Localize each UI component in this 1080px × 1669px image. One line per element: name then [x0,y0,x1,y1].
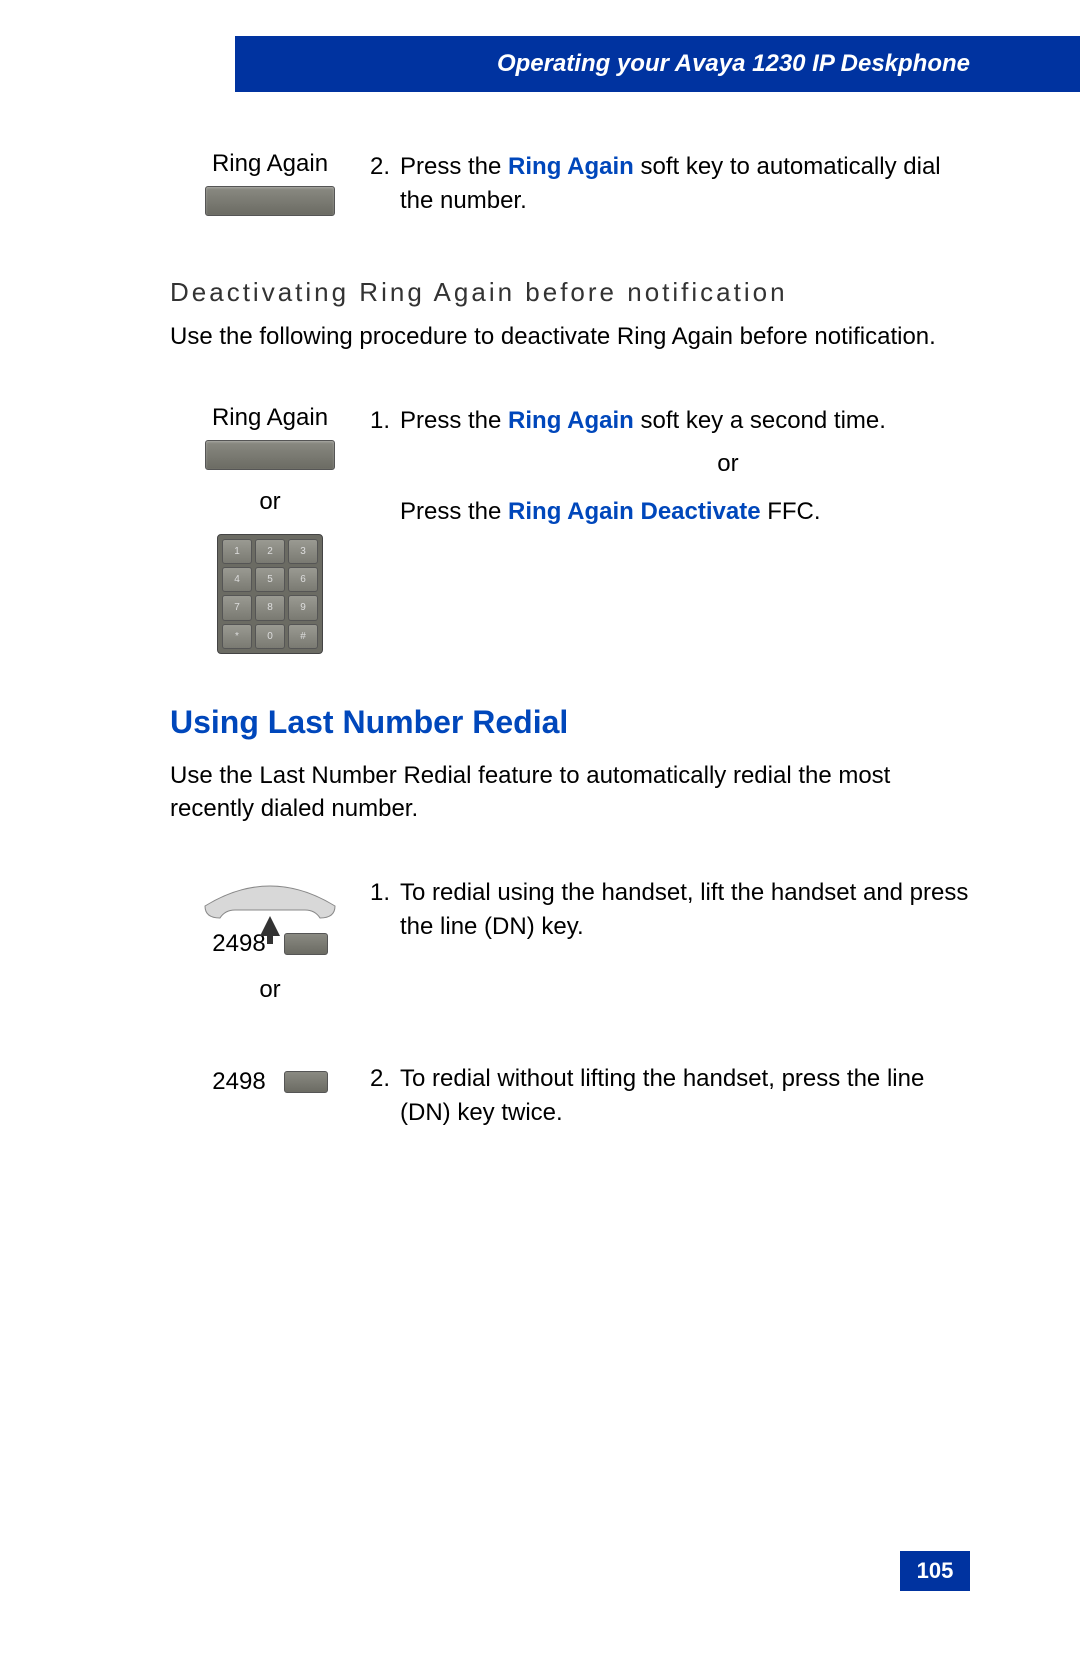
step-redial-no-handset: 2498 2. To redial without lifting the ha… [170,1062,970,1129]
page-number-value: 105 [917,1558,954,1584]
step-number: 1. [370,876,400,910]
step-right-col: 1. To redial using the handset, lift the… [370,876,970,943]
text-before: Press the [400,153,508,180]
handset-lift-icon [195,876,345,924]
keypad-key: # [288,624,318,649]
keypad-key: 5 [255,567,285,592]
or-text: or [259,976,280,1004]
keypad-key: 1 [222,539,252,564]
step-text: Press the Ring Again soft key to automat… [400,150,970,217]
step-deactivate: Ring Again or 1 2 3 4 5 6 7 8 9 * 0 # 1. [170,404,970,654]
keypad-icon: 1 2 3 4 5 6 7 8 9 * 0 # [217,534,323,654]
section-intro-deactivating: Use the following procedure to deactivat… [170,320,970,354]
or-text: or [259,488,280,516]
softkey-label: Ring Again [212,150,328,178]
step-left-col: 2498 [170,1062,370,1096]
keypad-key: 3 [288,539,318,564]
dn-label: 2498 [212,1068,265,1096]
step-number: 1. [370,404,400,529]
step-text-2: Press the Ring Again Deactivate FFC. [400,495,886,529]
dn-row: 2498 [212,1068,327,1096]
section-intro-redial: Use the Last Number Redial feature to au… [170,759,970,826]
ring-again-deactivate-term: Ring Again Deactivate [508,498,761,525]
ring-again-term: Ring Again [508,153,634,180]
keypad-key: 4 [222,567,252,592]
step-text: To redial using the handset, lift the ha… [400,876,970,943]
ring-again-term: Ring Again [508,407,634,434]
step-left-col: Ring Again [170,150,370,216]
keypad-key: 6 [288,567,318,592]
keypad-key: 8 [255,595,285,620]
page-content: Ring Again 2. Press the Ring Again soft … [170,150,970,1169]
step-redial-handset: 2498 or 1. To redial using the handset, … [170,876,970,1022]
step-right-col: 2. Press the Ring Again soft key to auto… [370,150,970,217]
step-number: 2. [370,1062,400,1096]
page-number: 105 [900,1551,970,1591]
softkey-button-icon [205,186,335,216]
keypad-key: 2 [255,539,285,564]
softkey-button-icon [205,440,335,470]
text-after: FFC. [761,498,821,525]
step-right-col: 1. Press the Ring Again soft key a secon… [370,404,970,529]
softkey-label: Ring Again [212,404,328,432]
header-band: Operating your Avaya 1230 IP Deskphone [235,36,1080,92]
text-after: soft key a second time. [634,407,886,434]
section-subtitle-deactivating: Deactivating Ring Again before notificat… [170,277,970,308]
keypad-key: * [222,624,252,649]
header-title: Operating your Avaya 1230 IP Deskphone [497,50,970,78]
keypad-key: 7 [222,595,252,620]
step-number: 2. [370,150,400,184]
dn-key-icon [284,1071,328,1093]
keypad-key: 9 [288,595,318,620]
keypad-key: 0 [255,624,285,649]
step-right-col: 2. To redial without lifting the handset… [370,1062,970,1129]
text-before: Press the [400,407,508,434]
text-before: Press the [400,498,508,525]
step-left-col: 2498 or [170,876,370,1022]
or-text-right: or [570,447,886,481]
step-text: To redial without lifting the handset, p… [400,1062,970,1129]
section-title-redial: Using Last Number Redial [170,704,970,741]
step-ring-again-2: Ring Again 2. Press the Ring Again soft … [170,150,970,217]
step-left-col: Ring Again or 1 2 3 4 5 6 7 8 9 * 0 # [170,404,370,654]
step-text: Press the Ring Again soft key a second t… [400,404,886,529]
